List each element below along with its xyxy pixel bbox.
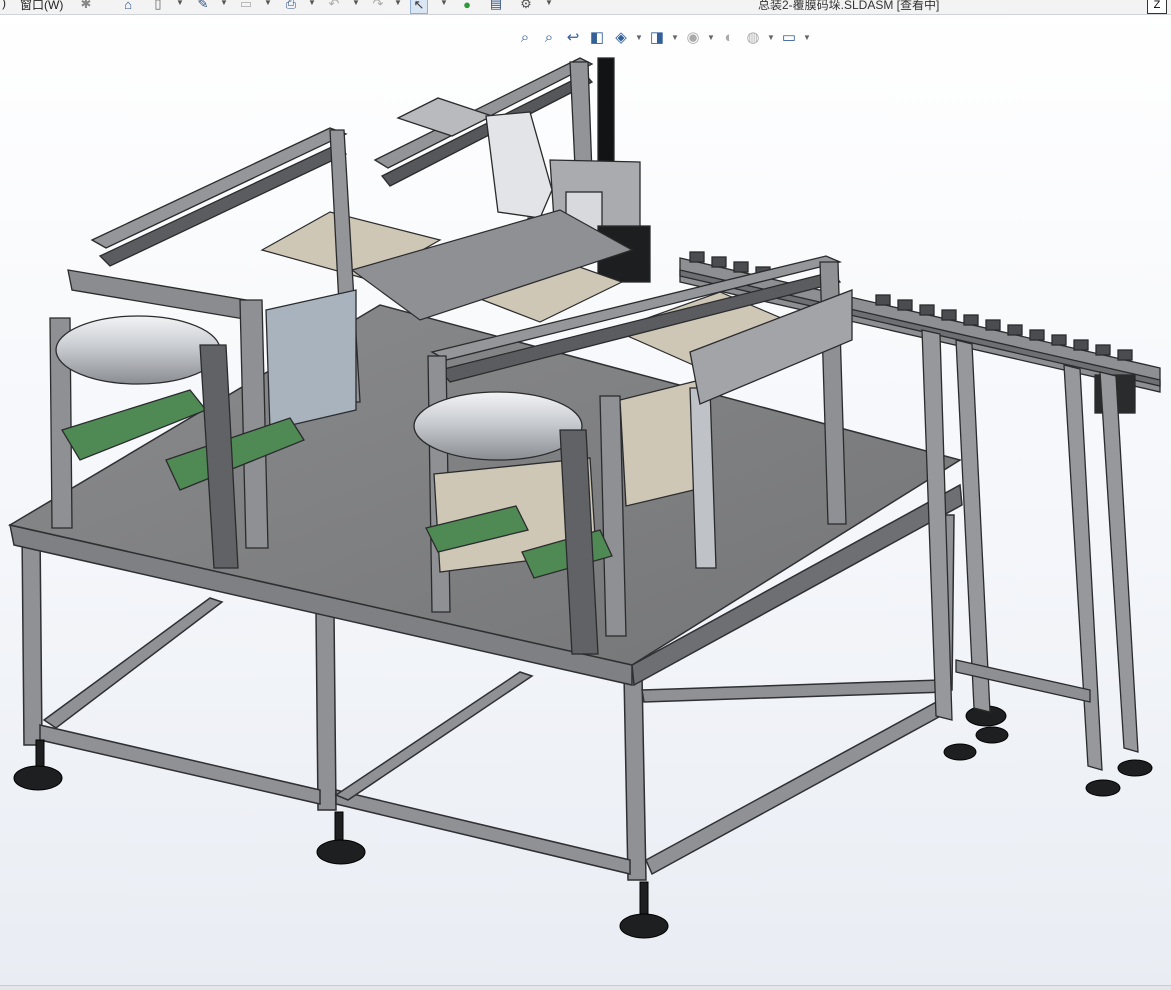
file-properties-icon[interactable]: ▤ (488, 0, 504, 12)
menu-window[interactable]: 窗口(W) (20, 0, 63, 13)
traffic-light-icon[interactable]: ● (459, 0, 475, 12)
status-bar (0, 985, 1171, 990)
window-control-button[interactable]: Z (1147, 0, 1167, 14)
redo-icon[interactable]: ↷ (370, 0, 386, 12)
open-dropdown-caret[interactable]: ▼ (220, 0, 228, 7)
new-document-icon[interactable]: ▯ (150, 0, 166, 12)
graphics-area[interactable] (0, 14, 1171, 986)
save-icon[interactable]: ▭ (238, 0, 254, 12)
home-icon[interactable]: ⌂ (120, 0, 136, 12)
open-document-icon[interactable]: ✎ (195, 0, 211, 12)
select-cursor-icon[interactable]: ↖ (410, 0, 428, 14)
select-dropdown-caret[interactable]: ▼ (440, 0, 448, 7)
options-dropdown-caret[interactable]: ▼ (545, 0, 553, 7)
redo-dropdown-caret[interactable]: ▼ (394, 0, 402, 7)
print-icon[interactable]: ⎙ (283, 0, 299, 12)
top-toolbar: ) 窗口(W) ✱ ⌂ ▯ ▼ ✎ ▼ ▭ ▼ ⎙ ▼ ↶ ▼ ↷ ▼ ↖ ▼ … (0, 0, 1171, 15)
print-dropdown-caret[interactable]: ▼ (308, 0, 316, 7)
options-gear-icon[interactable]: ⚙ (518, 0, 534, 12)
menu-partial-item[interactable]: ) (2, 0, 6, 10)
window-title: 总装2-覆膜码垛.SLDASM [查看中] (758, 0, 940, 12)
save-dropdown-caret[interactable]: ▼ (264, 0, 272, 7)
undo-icon[interactable]: ↶ (326, 0, 342, 12)
pin-icon[interactable]: ✱ (78, 0, 94, 12)
new-dropdown-caret[interactable]: ▼ (176, 0, 184, 7)
undo-dropdown-caret[interactable]: ▼ (352, 0, 360, 7)
leveling-feet (13, 705, 1153, 939)
